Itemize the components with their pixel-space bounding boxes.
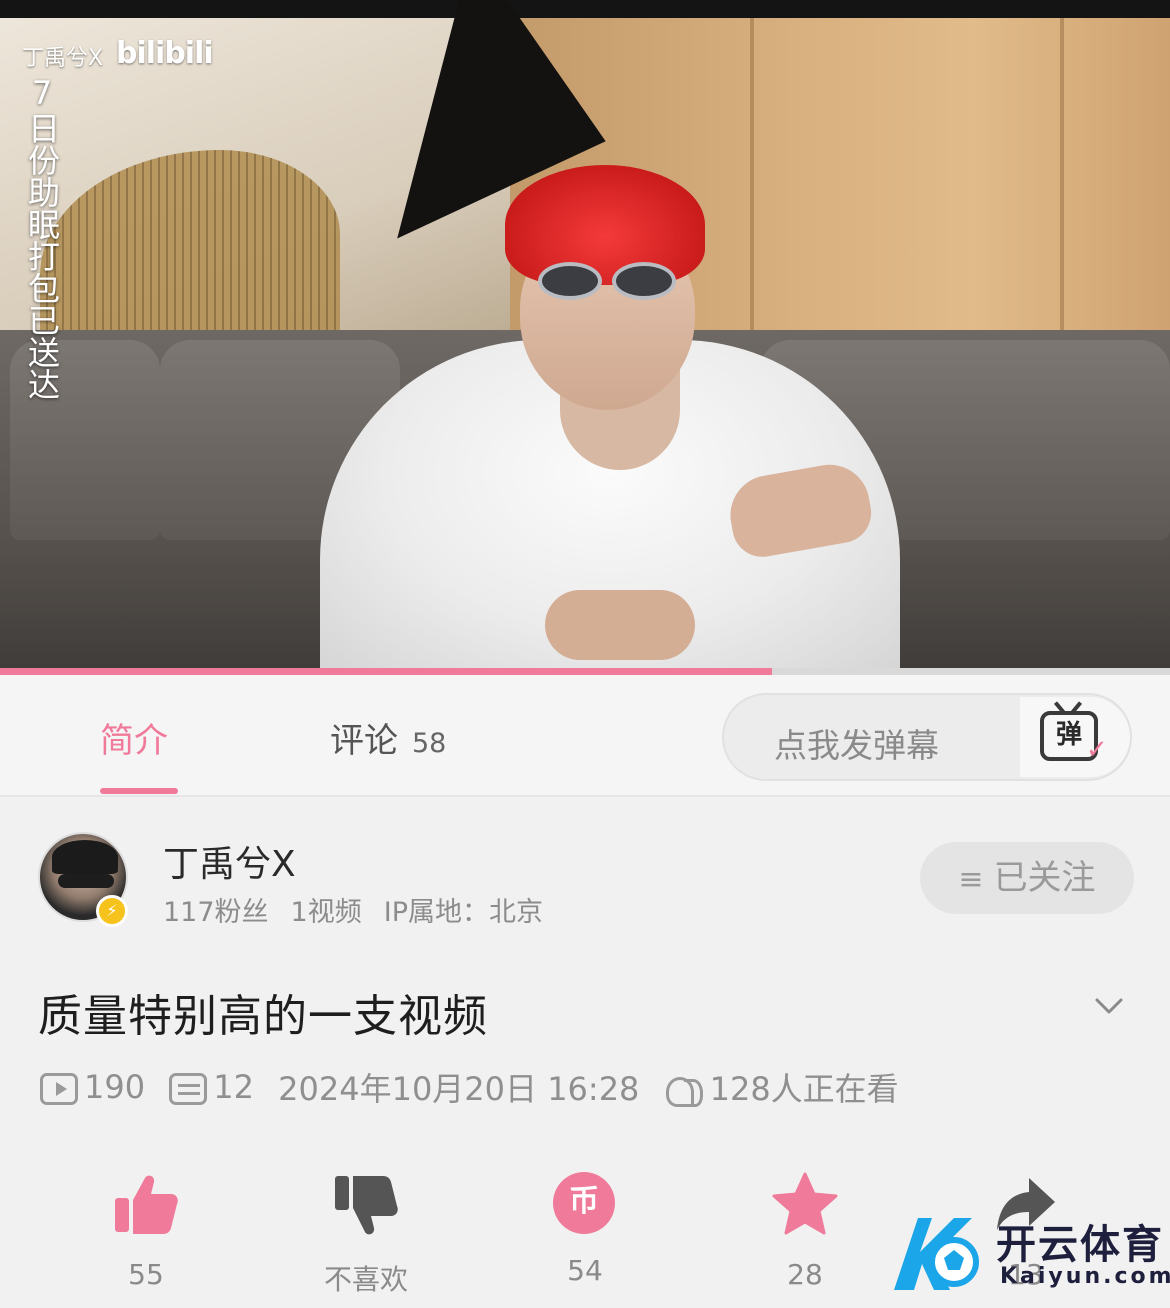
play-count: 190: [84, 1068, 146, 1106]
star-icon: [772, 1172, 838, 1235]
video-title: 质量特别高的一支视频: [38, 991, 488, 1042]
video-meta: 190 12 2024年10月20日 16:28 128人正在看: [40, 1064, 913, 1108]
thumbs-up-icon: [115, 1175, 178, 1234]
play-count-icon: [40, 1073, 78, 1105]
publish-datetime: 2024年10月20日 16:28: [278, 1070, 640, 1108]
video-progress-bar[interactable]: [0, 668, 1170, 675]
danmaku-count-icon: [169, 1073, 208, 1105]
dislike-label: 不喜欢: [323, 1263, 408, 1296]
follow-label: 已关注: [993, 858, 1096, 898]
follow-button[interactable]: ≡ 已关注: [920, 842, 1134, 914]
wood-panel-seam: [750, 18, 754, 378]
status-strip: [0, 0, 1170, 18]
sunglasses: [538, 262, 678, 306]
sunglasses-lens: [538, 262, 602, 300]
chevron-down-icon[interactable]: [1094, 990, 1124, 1020]
video-uploader-watermark: 丁禹兮X: [22, 46, 104, 71]
uploader-section: ⚡ 丁禹兮X 117粉丝 1视频 IP属地：北京 ≡ 已关注: [0, 800, 1170, 950]
video-caption-vertical: 7日份助眠打包已送达: [23, 74, 61, 400]
coin-button[interactable]: 币 54: [525, 1170, 645, 1287]
avatar-sunglasses: [58, 874, 114, 888]
favorite-count: 28: [787, 1258, 823, 1291]
danmaku-check-icon: ✓: [1086, 735, 1108, 765]
like-count: 55: [128, 1258, 164, 1291]
avatar-cap: [52, 840, 118, 874]
tab-comments-label: 评论: [330, 721, 398, 761]
coin-icon: 币: [550, 1170, 620, 1240]
viewers-icon: [664, 1075, 704, 1107]
person-hand: [545, 590, 695, 660]
comments-count: 58: [412, 728, 447, 759]
tab-bar: 简介 评论 58 点我发弹幕 弹 ✓: [0, 675, 1170, 797]
danmaku-count: 12: [213, 1068, 254, 1106]
bilibili-logo: bilibili: [116, 36, 214, 71]
menu-lines-icon: ≡: [958, 862, 984, 897]
dislike-button[interactable]: 不喜欢: [306, 1170, 426, 1298]
verified-badge-icon: ⚡: [96, 895, 128, 927]
danmaku-toggle-button[interactable]: 弹 ✓: [1020, 697, 1130, 777]
like-button[interactable]: 55: [86, 1170, 206, 1291]
kaiyun-brand: 开云体育: [996, 1222, 1164, 1268]
video-player[interactable]: 丁禹兮X bilibili 7日份助眠打包已送达: [0, 0, 1170, 672]
ip-location: IP属地：北京: [383, 897, 543, 928]
tab-intro[interactable]: 简介: [100, 713, 168, 762]
uploader-stats: 117粉丝 1视频 IP属地：北京: [163, 890, 565, 929]
fans-count: 117粉丝: [163, 897, 269, 928]
video-count: 1视频: [290, 897, 362, 928]
thumbs-down-icon: [335, 1176, 398, 1235]
tab-comments[interactable]: 评论 58: [330, 713, 446, 762]
favorite-button[interactable]: 28: [745, 1170, 865, 1291]
danmaku-icon-char: 弹: [1055, 720, 1082, 750]
video-progress-fill: [0, 668, 773, 675]
active-tab-indicator: [100, 788, 178, 794]
danmaku-input[interactable]: 点我发弹幕 弹 ✓: [722, 693, 1132, 781]
wood-panel-seam: [1060, 18, 1064, 378]
coin-char: 币: [553, 1172, 615, 1234]
coin-count: 54: [567, 1254, 603, 1287]
watching-count: 128人正在看: [709, 1070, 899, 1108]
uploader-name[interactable]: 丁禹兮X: [163, 835, 296, 887]
danmaku-placeholder: 点我发弹幕: [774, 726, 939, 765]
kaiyun-logo-icon: [894, 1218, 979, 1290]
kaiyun-domain: Kaiyun.com: [1000, 1264, 1170, 1289]
sunglasses-lens: [612, 262, 676, 300]
